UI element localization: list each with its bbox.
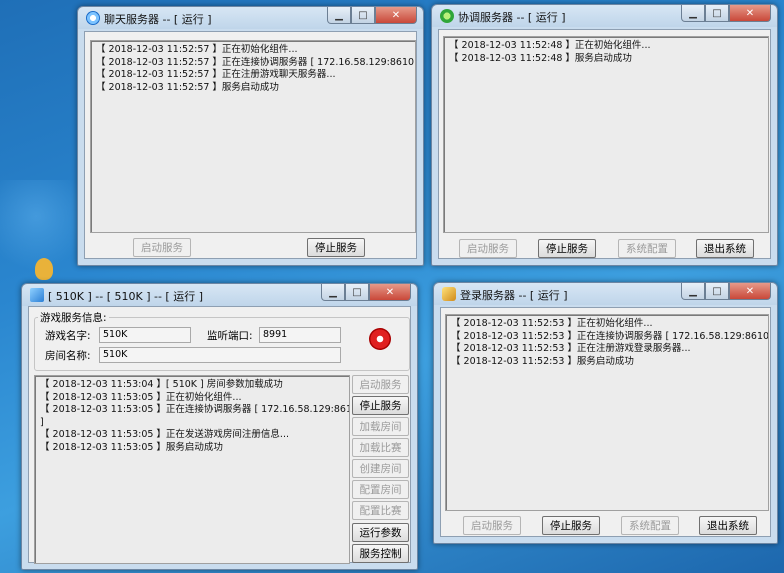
close-button[interactable]: ✕ (729, 283, 771, 300)
log-line: 【 2018-12-03 11:53:04 】[ 510K ] 房间参数加载成功 (40, 379, 283, 390)
window-client: 【 2018-12-03 11:52:53 】正在初始化组件... 【 2018… (440, 307, 771, 537)
listen-port-label: 监听端口: (207, 330, 253, 342)
start-service-button[interactable]: 启动服务 (352, 375, 409, 394)
log-line: 【 2018-12-03 11:52:53 】正在初始化组件... (451, 318, 653, 329)
stop-service-button[interactable]: 停止服务 (542, 516, 600, 535)
log-line: 【 2018-12-03 11:52:53 】服务启动成功 (451, 355, 634, 367)
game-name-label: 游戏名字: (45, 330, 91, 342)
log-line: 【 2018-12-03 11:52:53 】正在连接协调服务器 [ 172.1… (451, 330, 769, 342)
log-area[interactable]: 【 2018-12-03 11:53:04 】[ 510K ] 房间参数加载成功… (34, 375, 350, 564)
listen-port-field[interactable]: 8991 (259, 327, 341, 343)
game-logo-icon (369, 328, 391, 350)
exit-system-button[interactable]: 退出系统 (696, 239, 754, 258)
log-area[interactable]: 【 2018-12-03 11:52:48 】正在初始化组件... 【 2018… (443, 36, 769, 233)
system-config-button[interactable]: 系统配置 (621, 516, 679, 535)
maximize-button[interactable]: □ (351, 7, 375, 24)
title-bar[interactable]: 协调服务器 -- [ 运行 ] ▁ □ ✕ (438, 5, 771, 27)
title-bar[interactable]: 登录服务器 -- [ 运行 ] ▁ □ ✕ (440, 283, 771, 305)
maximize-button[interactable]: □ (345, 284, 369, 301)
minimize-button[interactable]: ▁ (321, 284, 345, 301)
start-service-button[interactable]: 启动服务 (133, 238, 191, 257)
system-config-button[interactable]: 系统配置 (618, 239, 676, 258)
group-title: 游戏服务信息: (38, 310, 109, 325)
start-service-button[interactable]: 启动服务 (463, 516, 521, 535)
window-title: 协调服务器 -- [ 运行 ] (458, 11, 566, 24)
minimize-button[interactable]: ▁ (327, 7, 351, 24)
run-params-button[interactable]: 运行参数 (352, 523, 409, 542)
log-line: 【 2018-12-03 11:53:05 】正在初始化组件... (40, 391, 242, 403)
log-line: 【 2018-12-03 11:52:57 】正在连接协调服务器 [ 172.1… (96, 56, 416, 68)
window-client: 【 2018-12-03 11:52:57 】正在初始化组件... 【 2018… (84, 31, 417, 259)
log-line: 【 2018-12-03 11:52:57 】正在注册游戏聊天服务器... (96, 69, 336, 80)
close-button[interactable]: ✕ (369, 284, 411, 301)
chat-server-icon (86, 11, 100, 25)
game-name-field[interactable]: 510K (99, 327, 191, 343)
login-server-icon (442, 287, 456, 301)
stop-service-button[interactable]: 停止服务 (307, 238, 365, 257)
log-line: ] (40, 416, 44, 428)
window-client: 【 2018-12-03 11:52:48 】正在初始化组件... 【 2018… (438, 29, 771, 259)
login-server-window: 登录服务器 -- [ 运行 ] ▁ □ ✕ 【 2018-12-03 11:52… (433, 282, 778, 544)
load-match-button[interactable]: 加载比赛 (352, 438, 409, 457)
coord-server-icon (440, 9, 454, 23)
room-name-label: 房间名称: (45, 350, 91, 362)
maximize-button[interactable]: □ (705, 283, 729, 300)
stop-service-button[interactable]: 停止服务 (538, 239, 596, 258)
log-line: 【 2018-12-03 11:52:48 】服务启动成功 (449, 52, 632, 64)
log-area[interactable]: 【 2018-12-03 11:52:57 】正在初始化组件... 【 2018… (90, 40, 416, 233)
maximize-button[interactable]: □ (705, 5, 729, 22)
game-server-window: [ 510K ] -- [ 510K ] -- [ 运行 ] ▁ □ ✕ 游戏服… (21, 283, 418, 570)
coord-server-window: 协调服务器 -- [ 运行 ] ▁ □ ✕ 【 2018-12-03 11:52… (431, 4, 778, 266)
create-room-button[interactable]: 创建房间 (352, 459, 409, 478)
close-button[interactable]: ✕ (729, 5, 771, 22)
room-name-field[interactable]: 510K (99, 347, 341, 363)
log-area[interactable]: 【 2018-12-03 11:52:53 】正在初始化组件... 【 2018… (445, 314, 769, 511)
log-line: 【 2018-12-03 11:53:05 】正在连接协调服务器 [ 172.1… (40, 404, 350, 415)
chat-server-window: 聊天服务器 -- [ 运行 ] ▁ □ ✕ 【 2018-12-03 11:52… (77, 6, 424, 266)
log-line: 【 2018-12-03 11:53:05 】正在发送游戏房间注册信息... (40, 429, 289, 440)
desktop-plant-icon (35, 258, 53, 280)
window-title: 聊天服务器 -- [ 运行 ] (104, 13, 212, 26)
minimize-button[interactable]: ▁ (681, 5, 705, 22)
start-service-button[interactable]: 启动服务 (459, 239, 517, 258)
window-client: 游戏服务信息: 游戏名字: 510K 监听端口: 8991 房间名称: 510K… (28, 306, 411, 564)
stop-service-button[interactable]: 停止服务 (352, 396, 409, 415)
minimize-button[interactable]: ▁ (681, 283, 705, 300)
log-line: 【 2018-12-03 11:52:48 】正在初始化组件... (449, 40, 651, 51)
game-server-icon (30, 288, 44, 302)
close-button[interactable]: ✕ (375, 7, 417, 24)
window-title: 登录服务器 -- [ 运行 ] (460, 289, 568, 302)
load-room-button[interactable]: 加载房间 (352, 417, 409, 436)
log-line: 【 2018-12-03 11:52:57 】服务启动成功 (96, 81, 279, 93)
log-line: 【 2018-12-03 11:52:53 】正在注册游戏登录服务器... (451, 343, 691, 354)
exit-system-button[interactable]: 退出系统 (699, 516, 757, 535)
title-bar[interactable]: 聊天服务器 -- [ 运行 ] ▁ □ ✕ (84, 7, 417, 29)
config-match-button[interactable]: 配置比赛 (352, 501, 409, 520)
title-bar[interactable]: [ 510K ] -- [ 510K ] -- [ 运行 ] ▁ □ ✕ (28, 284, 411, 306)
log-line: 【 2018-12-03 11:53:05 】服务启动成功 (40, 441, 223, 453)
window-title: [ 510K ] -- [ 510K ] -- [ 运行 ] (48, 290, 204, 303)
service-control-button[interactable]: 服务控制 (352, 544, 409, 563)
config-room-button[interactable]: 配置房间 (352, 480, 409, 499)
log-line: 【 2018-12-03 11:52:57 】正在初始化组件... (96, 44, 298, 55)
